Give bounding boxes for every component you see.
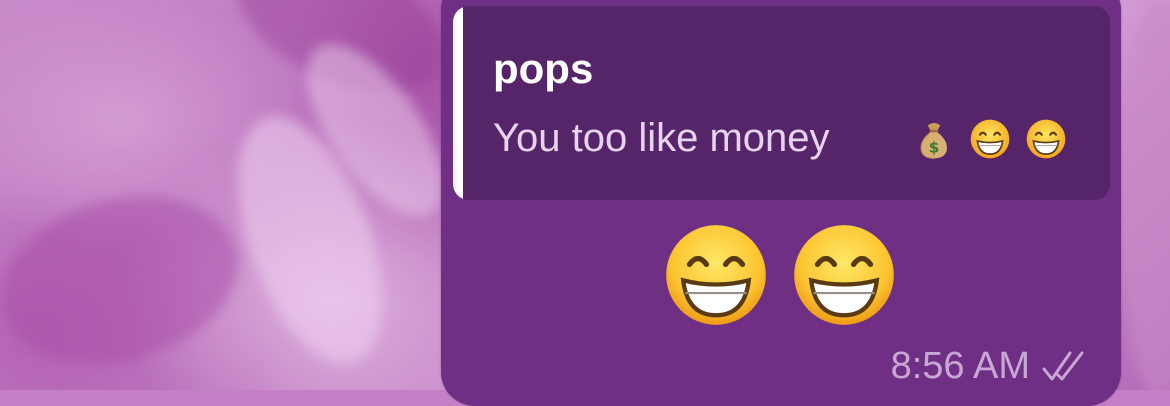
reply-preview[interactable]: pops You too like money $ — [453, 6, 1110, 200]
svg-text:$: $ — [929, 138, 940, 156]
reply-emojis: $ — [913, 118, 1067, 160]
reply-author: pops — [493, 45, 594, 92]
reply-text-line: You too like money $ — [493, 116, 1066, 160]
message-meta: 8:56 AM — [891, 347, 1090, 385]
grinning-face-icon — [1026, 119, 1066, 159]
grinning-face-icon — [970, 119, 1010, 159]
money-bag-icon: $ — [920, 123, 947, 159]
double-check-icon — [1042, 351, 1084, 381]
message-emojis — [663, 222, 897, 328]
reply-accent-bar — [453, 6, 463, 200]
grinning-face-icon — [794, 225, 894, 325]
message-timestamp: 8:56 AM — [890, 345, 1030, 387]
grinning-face-icon — [666, 225, 766, 325]
reply-text: You too like money — [493, 116, 830, 160]
